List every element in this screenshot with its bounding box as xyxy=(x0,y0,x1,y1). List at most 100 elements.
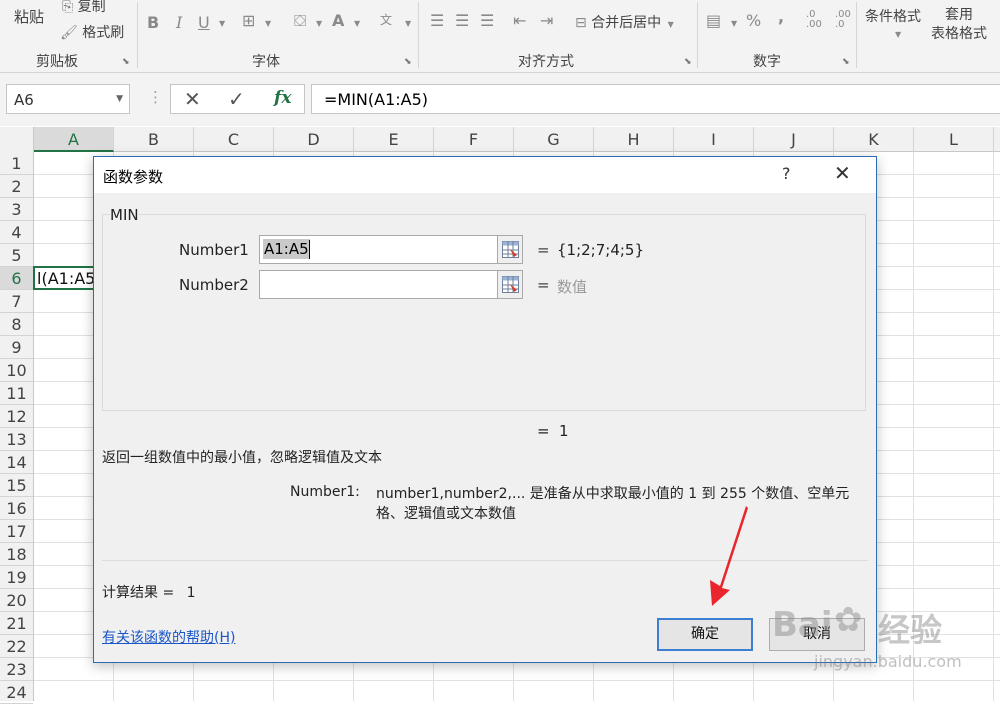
column-header-i[interactable]: I xyxy=(674,127,754,152)
font-color-button[interactable]: A xyxy=(332,12,344,30)
column-header-j[interactable]: J xyxy=(754,127,834,152)
merge-center-button[interactable]: ⊟ 合并后居中 ▼ xyxy=(575,12,674,32)
number-launcher-icon[interactable]: ⬊ xyxy=(842,57,850,67)
select-all-corner[interactable] xyxy=(0,127,34,152)
active-cell-text: l(A1:A5) xyxy=(37,269,97,288)
baidu-watermark: Bai ✿ 经验 jingyan.baidu.com xyxy=(770,590,995,682)
equals-sign: = xyxy=(537,276,550,294)
row-header-3[interactable]: 3 xyxy=(0,198,33,221)
bold-button[interactable]: B xyxy=(147,14,159,32)
column-header-f[interactable]: F xyxy=(434,127,514,152)
conditional-format-button[interactable]: 条件格式 xyxy=(865,6,921,26)
arg-help-text: number1,number2,... 是准备从中求取最小值的 1 到 255 … xyxy=(376,486,850,522)
percent-button[interactable]: % xyxy=(746,12,761,30)
align-center-icon[interactable]: ☰ xyxy=(455,12,469,30)
merge-icon: ⊟ xyxy=(575,15,587,31)
column-header-h[interactable]: H xyxy=(594,127,674,152)
comma-button[interactable]: , xyxy=(778,8,784,26)
font-launcher-icon[interactable]: ⬊ xyxy=(404,57,412,67)
range-select-icon xyxy=(502,276,519,293)
row-header-1[interactable]: 1 xyxy=(0,152,33,175)
clipboard-launcher-icon[interactable]: ⬊ xyxy=(122,57,130,67)
copy-button[interactable]: ⎘ 复制 xyxy=(62,0,106,16)
row-header-13[interactable]: 13 xyxy=(0,428,33,451)
column-header-e[interactable]: E xyxy=(354,127,434,152)
ok-button[interactable]: 确定 xyxy=(657,618,753,651)
decrease-decimal-icon[interactable]: .00.0 xyxy=(835,10,851,30)
chevron-down-icon[interactable]: ▼ xyxy=(731,19,737,28)
row-header-5[interactable]: 5 xyxy=(0,244,33,267)
italic-button[interactable]: I xyxy=(176,14,182,32)
column-header-c[interactable]: C xyxy=(194,127,274,152)
row-header-14[interactable]: 14 xyxy=(0,451,33,474)
ribbon-divider xyxy=(856,2,857,68)
chevron-down-icon[interactable]: ▼ xyxy=(354,19,360,28)
row-header-17[interactable]: 17 xyxy=(0,520,33,543)
increase-decimal-icon[interactable]: .0.00 xyxy=(806,10,822,30)
chevron-down-icon[interactable]: ▼ xyxy=(895,30,901,39)
column-header-a[interactable]: A xyxy=(34,127,114,152)
function-name: MIN xyxy=(110,206,139,224)
align-left-icon[interactable]: ☰ xyxy=(430,12,444,30)
name-box[interactable]: A6 ▼ xyxy=(6,84,130,114)
fill-color-icon[interactable]: ⛋ xyxy=(294,12,306,30)
ribbon-divider xyxy=(137,2,138,68)
underline-button[interactable]: U xyxy=(198,14,210,32)
currency-icon[interactable]: ▤ xyxy=(706,12,721,30)
enter-check-icon[interactable]: ✓ xyxy=(228,87,245,111)
number1-input[interactable]: A1:A5 xyxy=(259,235,523,264)
row-header-21[interactable]: 21 xyxy=(0,612,33,635)
row-header-15[interactable]: 15 xyxy=(0,474,33,497)
formula-input[interactable]: =MIN(A1:A5) xyxy=(311,84,1000,114)
arg-label-number2: Number2 xyxy=(179,276,249,294)
row-header-18[interactable]: 18 xyxy=(0,543,33,566)
column-header-g[interactable]: G xyxy=(514,127,594,152)
row-header-12[interactable]: 12 xyxy=(0,405,33,428)
row-header-8[interactable]: 8 xyxy=(0,313,33,336)
help-icon[interactable]: ? xyxy=(782,164,791,183)
column-header-d[interactable]: D xyxy=(274,127,354,152)
phonetic-icon[interactable]: 文 xyxy=(380,11,392,29)
collapse-dialog-button[interactable] xyxy=(497,270,523,299)
collapse-dialog-button[interactable] xyxy=(497,235,523,264)
row-header-16[interactable]: 16 xyxy=(0,497,33,520)
row-header-23[interactable]: 23 xyxy=(0,658,33,681)
align-launcher-icon[interactable]: ⬊ xyxy=(684,57,692,67)
close-icon[interactable]: ✕ xyxy=(834,161,851,185)
border-icon[interactable]: ⊞ xyxy=(242,12,255,30)
row-header-6[interactable]: 6 xyxy=(0,267,33,290)
row-header-10[interactable]: 10 xyxy=(0,359,33,382)
row-header-20[interactable]: 20 xyxy=(0,589,33,612)
row-header-9[interactable]: 9 xyxy=(0,336,33,359)
row-header-19[interactable]: 19 xyxy=(0,566,33,589)
dialog-title: 函数参数 xyxy=(103,168,164,186)
increase-indent-icon[interactable]: ⇥ xyxy=(540,12,553,30)
number2-input[interactable] xyxy=(259,270,523,299)
row-header-11[interactable]: 11 xyxy=(0,382,33,405)
chevron-down-icon[interactable]: ▼ xyxy=(405,19,411,28)
insert-function-button[interactable]: fx xyxy=(274,88,291,108)
chevron-down-icon[interactable]: ▼ xyxy=(116,94,123,104)
row-header-4[interactable]: 4 xyxy=(0,221,33,244)
function-description: 返回一组数值中的最小值，忽略逻辑值及文本 xyxy=(102,450,382,466)
format-painter-button[interactable]: 🖌 格式刷 xyxy=(60,22,124,42)
dialog-titlebar: 函数参数 ? ✕ xyxy=(94,157,876,193)
name-box-value: A6 xyxy=(14,91,34,109)
ribbon-divider xyxy=(418,2,419,68)
chevron-down-icon[interactable]: ▼ xyxy=(316,19,322,28)
align-right-icon[interactable]: ☰ xyxy=(480,12,494,30)
chevron-down-icon[interactable]: ▼ xyxy=(265,19,271,28)
column-header-b[interactable]: B xyxy=(114,127,194,152)
function-help-link[interactable]: 有关该函数的帮助(H) xyxy=(102,627,235,647)
row-header-7[interactable]: 7 xyxy=(0,290,33,313)
column-header-l[interactable]: L xyxy=(914,127,994,152)
chevron-down-icon[interactable]: ▼ xyxy=(219,19,225,28)
row-header-2[interactable]: 2 xyxy=(0,175,33,198)
cancel-icon[interactable]: ✕ xyxy=(184,87,201,111)
row-header-22[interactable]: 22 xyxy=(0,635,33,658)
table-format-button[interactable]: 套用 表格格式 xyxy=(931,6,987,44)
paste-button[interactable]: 粘贴 xyxy=(14,6,44,27)
column-header-k[interactable]: K xyxy=(834,127,914,152)
decrease-indent-icon[interactable]: ⇤ xyxy=(513,12,526,30)
calc-result: 计算结果 = 1 xyxy=(102,582,196,602)
